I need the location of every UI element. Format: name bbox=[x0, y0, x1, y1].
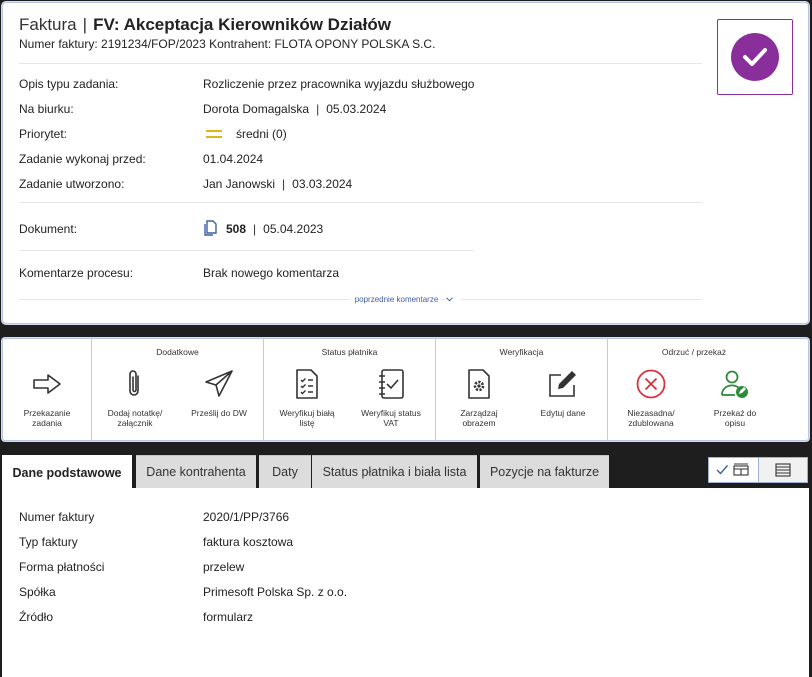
detail-row-created: Zadanie utworzono: Jan Janowski | 03.03.20… bbox=[19, 177, 353, 191]
divider bbox=[19, 250, 474, 251]
edit-pencil-icon bbox=[547, 367, 579, 401]
toolbar-group-additional: Dodatkowe Dodaj notatkę/ załącznik Prześ… bbox=[92, 339, 264, 440]
priority-value: średni (0) bbox=[236, 127, 287, 141]
list-view-icon bbox=[775, 463, 791, 477]
card-view-icon bbox=[716, 463, 750, 476]
divider bbox=[19, 202, 702, 203]
view-cards-button[interactable] bbox=[709, 458, 758, 482]
divider bbox=[19, 63, 702, 64]
gear-document-icon bbox=[466, 367, 492, 401]
invoice-subtitle: Numer faktury: 2191234/FOP/2023 Kontrahe… bbox=[19, 37, 436, 51]
task-name: FV: Akceptacja Kierowników Działów bbox=[93, 15, 391, 34]
tab-bar: Dane podstawowe Dane kontrahenta Daty St… bbox=[2, 455, 809, 489]
data-row: Źródło formularz bbox=[19, 610, 254, 624]
basic-data-content: Numer faktury 2020/1/PP/3766 Typ faktury… bbox=[2, 488, 809, 677]
document-date: 05.04.2023 bbox=[263, 222, 324, 236]
desk-date: 05.03.2024 bbox=[326, 102, 387, 116]
verify-whitelist-button[interactable]: Weryfikuj białą listę bbox=[264, 367, 350, 428]
x-circle-icon bbox=[635, 367, 667, 401]
check-circle-icon bbox=[731, 33, 779, 81]
page-title: Faktura | FV: Akceptacja Kierowników Dział… bbox=[19, 15, 391, 35]
tab-dates[interactable]: Daty bbox=[259, 455, 311, 488]
paper-plane-icon bbox=[203, 367, 235, 401]
toolbar-group-reject-forward: Odrzuć / przekaż Niezasadna/ zdublowana … bbox=[608, 339, 808, 440]
view-toggle bbox=[708, 457, 808, 483]
toolbar-group-transfer: Przekazanie zadania bbox=[3, 339, 92, 440]
desk-person: Dorota Domagalska bbox=[203, 102, 310, 116]
task-header-card: Faktura | FV: Akceptacja Kierowników Dział… bbox=[2, 2, 809, 324]
document-icon[interactable] bbox=[203, 219, 217, 239]
transfer-task-button[interactable]: Przekazanie zadania bbox=[4, 367, 90, 428]
detail-row-document: Dokument: 508 | 05.04.2023 bbox=[19, 219, 324, 239]
paperclip-icon bbox=[125, 367, 145, 401]
user-check-icon bbox=[719, 367, 751, 401]
toolbar-group-payer-status: Status płatnika Weryfikuj białą listę We… bbox=[264, 339, 436, 440]
priority-medium-icon bbox=[206, 129, 224, 139]
checklist-icon bbox=[294, 367, 320, 401]
tab-invoice-items[interactable]: Pozycje na fakturze bbox=[480, 455, 609, 488]
add-note-attachment-button[interactable]: Dodaj notatkę/ załącznik bbox=[92, 367, 178, 428]
toolbar-group-verification: Weryfikacja Zarządzaj obrazem Edytuj dan… bbox=[436, 339, 608, 440]
detail-row-priority: Priorytet: średni (0) bbox=[19, 127, 287, 141]
title-separator: | bbox=[82, 15, 88, 34]
verify-vat-status-button[interactable]: Weryfikuj status VAT bbox=[348, 367, 434, 428]
previous-comments-toggle[interactable]: poprzednie komentarze bbox=[3, 295, 808, 304]
document-number-link[interactable]: 508 bbox=[226, 222, 246, 236]
view-list-button[interactable] bbox=[757, 458, 807, 482]
notebook-check-icon bbox=[376, 367, 406, 401]
detail-row-desk: Na biurku: Dorota Domagalska | 05.03.2024 bbox=[19, 102, 387, 116]
data-row: Typ faktury faktura kosztowa bbox=[19, 535, 294, 549]
detail-row-due: Zadanie wykonaj przed: 01.04.2024 bbox=[19, 152, 264, 166]
action-toolbar: Przekazanie zadania Dodatkowe Dodaj nota… bbox=[2, 338, 809, 441]
task-category: Faktura bbox=[19, 15, 77, 34]
detail-row-comments: Komentarze procesu: Brak nowego komentar… bbox=[19, 266, 340, 280]
task-view: Faktura | FV: Akceptacja Kierowników Dział… bbox=[0, 0, 812, 677]
details-panel: Dane podstawowe Dane kontrahenta Daty St… bbox=[2, 455, 809, 677]
data-row: Spółka Primesoft Polska Sp. z o.o. bbox=[19, 585, 348, 599]
arrow-right-icon bbox=[32, 367, 62, 401]
tab-contractor-data[interactable]: Dane kontrahenta bbox=[136, 455, 256, 488]
tab-basic-data[interactable]: Dane podstawowe bbox=[2, 455, 132, 489]
created-person: Jan Janowski bbox=[203, 177, 276, 191]
created-date: 03.03.2024 bbox=[292, 177, 353, 191]
edit-data-button[interactable]: Edytuj dane bbox=[520, 367, 606, 418]
data-row: Numer faktury 2020/1/PP/3766 bbox=[19, 510, 290, 524]
reject-duplicate-button[interactable]: Niezasadna/ zdublowana bbox=[608, 367, 694, 428]
manage-image-button[interactable]: Zarządzaj obrazem bbox=[436, 367, 522, 428]
chevron-down-icon bbox=[445, 295, 462, 304]
send-to-dw-button[interactable]: Prześlij do DW bbox=[176, 367, 262, 418]
complete-task-button[interactable] bbox=[717, 19, 793, 95]
forward-to-description-button[interactable]: Przekaż do opisu bbox=[692, 367, 778, 428]
tab-payer-status[interactable]: Status płatnika i biała lista bbox=[312, 455, 477, 488]
detail-row-task-type: Opis typu zadania: Rozliczenie przez pra… bbox=[19, 77, 475, 91]
data-row: Forma płatności przelew bbox=[19, 560, 245, 574]
